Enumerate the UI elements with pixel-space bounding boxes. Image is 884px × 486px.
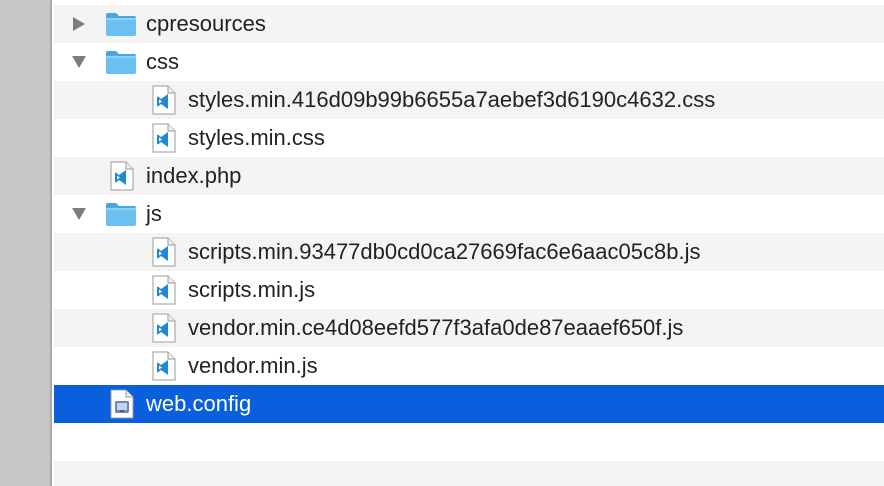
finder-window: cpresources css styles.min.416d09b99b665… [0, 0, 884, 486]
list-item-scripts-min-js[interactable]: scripts.min.js [54, 271, 884, 309]
list-item-css[interactable]: css [54, 43, 884, 81]
disclosure-triangle-expanded-icon[interactable] [67, 43, 91, 81]
vscode-file-icon [110, 157, 134, 195]
file-name: scripts.min.93477db0cd0ca27669fac6e6aac0… [188, 239, 701, 264]
disclosure-triangle-collapsed-icon[interactable] [67, 5, 91, 43]
folder-icon [105, 5, 137, 43]
file-name: scripts.min.js [188, 277, 316, 302]
list-item-js[interactable]: js [54, 195, 884, 233]
file-name: js [146, 201, 162, 226]
folder-icon [105, 43, 137, 81]
list-item-vendor-hashed-js[interactable]: vendor.min.ce4d08eefd577f3afa0de87eaaef6… [54, 309, 884, 347]
file-list: cpresources css styles.min.416d09b99b665… [54, 5, 884, 486]
list-item-index-php[interactable]: index.php [54, 157, 884, 195]
sidebar-strip [0, 0, 52, 486]
vscode-file-icon [152, 81, 176, 119]
file-name: styles.min.416d09b99b6655a7aebef3d6190c4… [188, 87, 716, 112]
list-item-styles-hashed-css[interactable]: styles.min.416d09b99b6655a7aebef3d6190c4… [54, 81, 884, 119]
file-name: vendor.min.js [188, 353, 318, 378]
file-name: web.config [146, 391, 252, 416]
vscode-file-icon [152, 271, 176, 309]
list-item-styles-min-css[interactable]: styles.min.css [54, 119, 884, 157]
vscode-file-icon [152, 233, 176, 271]
config-file-icon [110, 385, 134, 423]
vscode-file-icon [152, 119, 176, 157]
list-item-vendor-min-js[interactable]: vendor.min.js [54, 347, 884, 385]
file-name: css [146, 49, 179, 74]
vscode-file-icon [152, 309, 176, 347]
file-name: cpresources [146, 11, 266, 36]
vscode-file-icon [152, 347, 176, 385]
list-item-scripts-hashed-js[interactable]: scripts.min.93477db0cd0ca27669fac6e6aac0… [54, 233, 884, 271]
empty-row [54, 461, 884, 486]
folder-icon [105, 195, 137, 233]
disclosure-triangle-expanded-icon[interactable] [67, 195, 91, 233]
list-item-cpresources[interactable]: cpresources [54, 5, 884, 43]
empty-row [54, 423, 884, 461]
file-name: styles.min.css [188, 125, 325, 150]
file-name: vendor.min.ce4d08eefd577f3afa0de87eaaef6… [188, 315, 684, 340]
file-name: index.php [146, 163, 242, 188]
list-item-web-config[interactable]: web.config [54, 385, 884, 423]
